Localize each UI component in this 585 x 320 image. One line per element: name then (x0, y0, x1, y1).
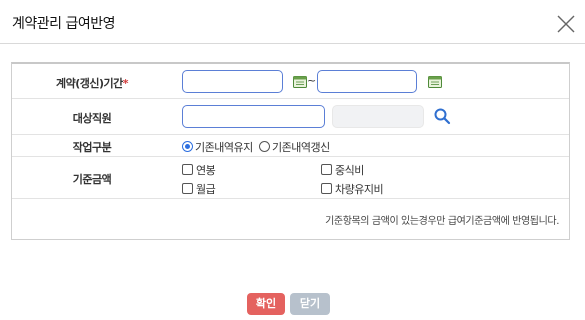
employee-name-readonly-field (332, 105, 424, 128)
base-amount-option-annual-salary[interactable]: 연봉 (182, 162, 216, 178)
work-type-option-renew[interactable]: 기존내역갱신 (259, 139, 330, 155)
base-amount-row: 기준금액 연봉 중식비 월급 차량유지비 (12, 157, 569, 199)
date-range-separator: ~ (307, 74, 317, 87)
required-mark: * (122, 77, 129, 90)
work-type-option-keep[interactable]: 기존내역유지 (182, 139, 253, 155)
contract-start-date-input[interactable] (182, 70, 283, 93)
base-amount-option-vehicle-allowance[interactable]: 차량유지비 (321, 181, 384, 197)
contract-period-row: 계약(갱신)기간* ~ (12, 64, 569, 99)
target-employee-label: 대상직원 (72, 112, 112, 125)
checkbox[interactable] (321, 164, 332, 175)
checkbox[interactable] (321, 183, 332, 194)
radio-button-selected[interactable] (182, 141, 193, 152)
dialog-header: 계약관리 급여반영 (0, 0, 585, 44)
contract-end-date-input[interactable] (317, 70, 417, 93)
checkbox[interactable] (182, 164, 193, 175)
target-employee-row: 대상직원 (12, 99, 569, 135)
work-type-row: 작업구분 기존내역유지 기존내역갱신 (12, 135, 569, 157)
note-row: 기준항목의 금액이 있는경우만 급여기준금액에 반영됩니다. (12, 199, 569, 240)
confirm-button[interactable]: 확인 (247, 293, 285, 315)
dialog-title: 계약관리 급여반영 (12, 16, 116, 32)
target-employee-input[interactable] (182, 105, 325, 128)
base-amount-option-monthly-salary[interactable]: 월급 (182, 181, 216, 197)
base-amount-note: 기준항목의 금액이 있는경우만 급여기준금액에 반영됩니다. (325, 216, 559, 227)
base-amount-label: 기준금액 (72, 173, 112, 186)
calendar-icon[interactable] (428, 75, 442, 88)
contract-period-label: 계약(갱신)기간* (55, 77, 129, 90)
contract-form: 계약(갱신)기간* ~ 대상직원 작업구분 기존내역유지 기존내역갱신 기준금액… (11, 62, 570, 240)
calendar-icon[interactable] (293, 75, 307, 88)
base-amount-option-meal-allowance[interactable]: 중식비 (321, 162, 364, 178)
close-button[interactable]: 닫기 (290, 293, 330, 315)
radio-button[interactable] (259, 141, 270, 152)
close-icon[interactable] (556, 14, 576, 34)
work-type-label: 작업구분 (72, 141, 112, 154)
search-icon[interactable] (433, 107, 451, 125)
checkbox[interactable] (182, 183, 193, 194)
